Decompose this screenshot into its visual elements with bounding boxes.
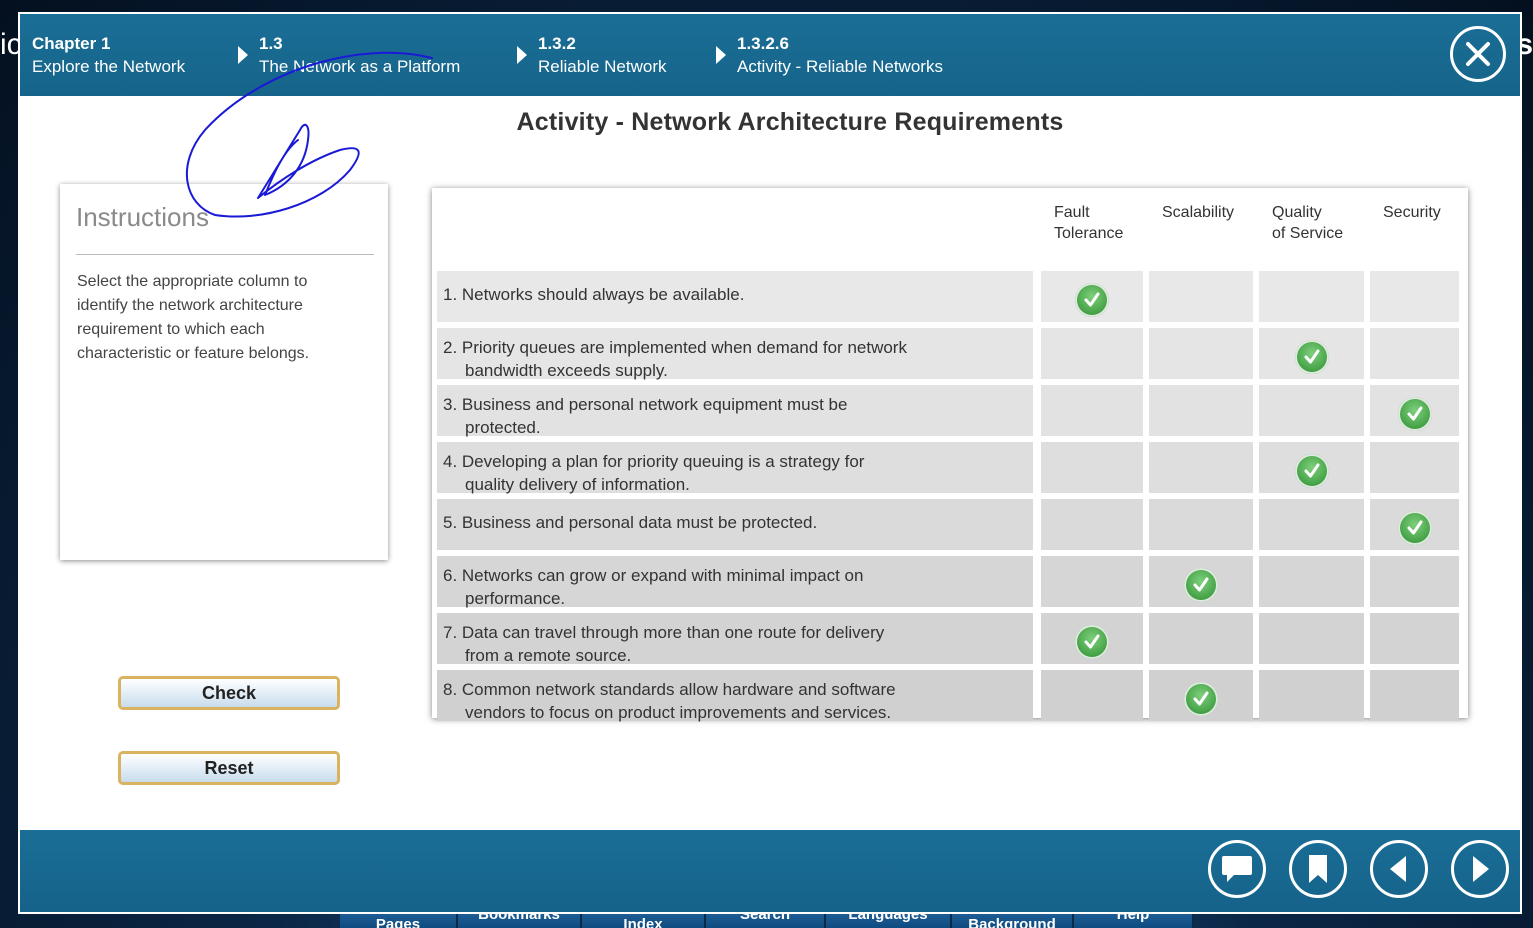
divider <box>76 254 374 255</box>
grid-row-statement: 6. Networks can grow or expand with mini… <box>437 556 1033 608</box>
breadcrumb-subsection[interactable]: 1.3.2 Reliable Network <box>538 32 667 78</box>
close-button[interactable] <box>1450 26 1506 82</box>
grid-cell[interactable] <box>1259 385 1364 436</box>
next-button[interactable] <box>1451 840 1509 898</box>
reset-button[interactable]: Reset <box>118 751 340 785</box>
checkmark-icon <box>1184 682 1218 716</box>
grid-cell[interactable] <box>1041 328 1143 379</box>
comment-button[interactable] <box>1208 840 1266 898</box>
breadcrumb-activity[interactable]: 1.3.2.6 Activity - Reliable Networks <box>737 32 943 78</box>
column-header-scalability: Scalability <box>1162 204 1235 221</box>
previous-icon <box>1390 856 1406 882</box>
checkmark-icon <box>1294 340 1329 374</box>
grid-cell[interactable] <box>1041 442 1143 493</box>
grid-row-statement: 1. Networks should always be available. <box>437 271 1033 322</box>
checkmark-icon <box>1184 568 1218 602</box>
requirements-grid: Fault Tolerance Scalability Quality of Ser… <box>432 188 1468 722</box>
grid-cell[interactable] <box>1370 670 1459 721</box>
comment-icon <box>1222 856 1252 882</box>
grid-cell[interactable] <box>1370 385 1459 436</box>
grid-cell[interactable] <box>1259 499 1364 550</box>
grid-cell[interactable] <box>1041 271 1143 322</box>
grid-row-statement: 8. Common network standards allow hardwa… <box>437 670 1033 722</box>
close-icon <box>1466 42 1490 66</box>
grid-cell[interactable] <box>1370 271 1459 322</box>
grid-cell[interactable] <box>1370 442 1459 493</box>
instructions-heading: Instructions <box>76 202 209 232</box>
checkmark-icon <box>1075 625 1109 659</box>
grid-cell[interactable] <box>1259 442 1364 493</box>
grid-row-statement: 4. Developing a plan for priority queuin… <box>437 442 1033 494</box>
breadcrumb-separator-icon <box>716 46 726 64</box>
grid-cell[interactable] <box>1259 670 1364 721</box>
grid-cell[interactable] <box>1149 442 1253 493</box>
next-icon <box>1473 856 1489 882</box>
grid-cell[interactable] <box>1370 499 1459 550</box>
grid-cell[interactable] <box>1259 613 1364 664</box>
breadcrumb-separator-icon <box>238 46 248 64</box>
checkmark-icon <box>1397 511 1432 545</box>
instructions-panel: Instructions Select the appropriate colu… <box>60 184 388 560</box>
grid-cell[interactable] <box>1259 328 1364 379</box>
bookmark-icon <box>1309 855 1327 883</box>
grid-cell[interactable] <box>1041 613 1143 664</box>
grid-cell[interactable] <box>1149 613 1253 664</box>
previous-button[interactable] <box>1370 840 1428 898</box>
grid-cell[interactable] <box>1149 670 1253 721</box>
grid-row-statement: 2. Priority queues are implemented when … <box>437 328 1033 380</box>
column-header-fault-tolerance: Fault Tolerance <box>1054 204 1124 242</box>
grid-cell[interactable] <box>1259 556 1364 607</box>
grid-cell[interactable] <box>1370 328 1459 379</box>
checkmark-icon <box>1075 283 1109 317</box>
grid-cell[interactable] <box>1041 499 1143 550</box>
breadcrumb-section[interactable]: 1.3 The Network as a Platform <box>259 32 460 78</box>
grid-cell[interactable] <box>1149 499 1253 550</box>
checkmark-icon <box>1397 397 1432 431</box>
grid-cell[interactable] <box>1370 613 1459 664</box>
activity-modal: Chapter 1 Explore the Network 1.3 The Ne… <box>18 12 1522 914</box>
bookmark-button[interactable] <box>1289 840 1347 898</box>
breadcrumb-separator-icon <box>517 46 527 64</box>
grid-cell[interactable] <box>1041 670 1143 721</box>
breadcrumb-chapter[interactable]: Chapter 1 Explore the Network <box>32 32 185 78</box>
grid-row-statement: 5. Business and personal data must be pr… <box>437 499 1033 550</box>
breadcrumb: Chapter 1 Explore the Network 1.3 The Ne… <box>20 14 1520 96</box>
grid-cell[interactable] <box>1370 556 1459 607</box>
checkmark-icon <box>1294 454 1329 488</box>
grid-cell[interactable] <box>1149 271 1253 322</box>
column-header-security: Security <box>1383 204 1441 221</box>
grid-cell[interactable] <box>1259 271 1364 322</box>
column-header-quality-of-service: Quality of Service <box>1272 204 1344 242</box>
footer-toolbar <box>20 830 1520 912</box>
page-title: Activity - Network Architecture Requirem… <box>516 108 1064 136</box>
grid-cell[interactable] <box>1041 556 1143 607</box>
instructions-text: Select the appropriate column to identif… <box>77 273 310 362</box>
grid-cell[interactable] <box>1149 385 1253 436</box>
check-button[interactable]: Check <box>118 676 340 710</box>
grid-cell[interactable] <box>1041 385 1143 436</box>
grid-cell[interactable] <box>1149 328 1253 379</box>
grid-cell[interactable] <box>1149 556 1253 607</box>
grid-row-statement: 3. Business and personal network equipme… <box>437 385 1033 437</box>
grid-row-statement: 7. Data can travel through more than one… <box>437 613 1033 665</box>
